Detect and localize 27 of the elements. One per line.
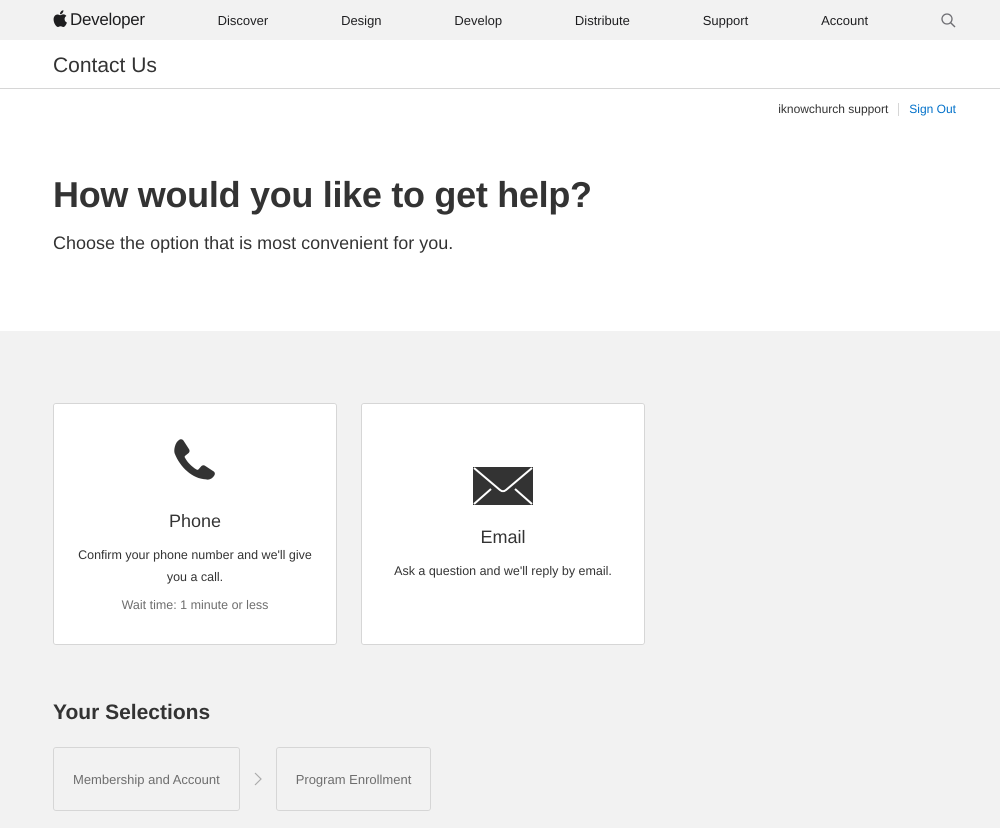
- nav-link[interactable]: Account: [821, 12, 868, 28]
- search-icon: [940, 12, 956, 28]
- selection-button[interactable]: Membership and Account: [53, 747, 240, 811]
- contact-option-card[interactable]: Email Ask a question and we'll reply by email.: [361, 403, 645, 645]
- selections-heading: Your Selections: [53, 701, 212, 725]
- nav-link[interactable]: Develop: [454, 12, 502, 28]
- page-title: Contact Us: [53, 53, 158, 79]
- chevron-icon: [254, 772, 262, 786]
- developer-home-link[interactable]: Developer: [53, 10, 145, 30]
- page-heading: How would you like to get help?: [53, 174, 593, 216]
- selection-button[interactable]: Program Enrollment: [276, 747, 432, 811]
- nav-link[interactable]: Discover: [218, 12, 268, 28]
- contact-option-card[interactable]: Phone Confirm your phone number and we'll give you a call. Wait time: 1 minute or less: [53, 403, 337, 645]
- search-button[interactable]: [940, 12, 956, 28]
- envelope-icon: [473, 466, 533, 504]
- option-title: Phone: [168, 510, 222, 532]
- nav-link[interactable]: Support: [702, 12, 748, 28]
- option-description: Confirm your phone number and we'll give you a call.: [77, 546, 313, 586]
- option-title: Email: [480, 526, 526, 548]
- apple-icon: [53, 10, 67, 27]
- option-description: Ask a question and we'll reply by email.: [394, 562, 612, 580]
- sign-out-link[interactable]: Sign Out: [909, 102, 956, 116]
- page-subheading: Choose the option that is most convenient for you.: [53, 233, 454, 254]
- nav-link[interactable]: Distribute: [574, 12, 630, 28]
- nav-link[interactable]: Design: [341, 12, 382, 28]
- user-name: iknowchurch support: [778, 102, 888, 116]
- wait-time-text: Wait time: 1 minute or less: [122, 598, 268, 612]
